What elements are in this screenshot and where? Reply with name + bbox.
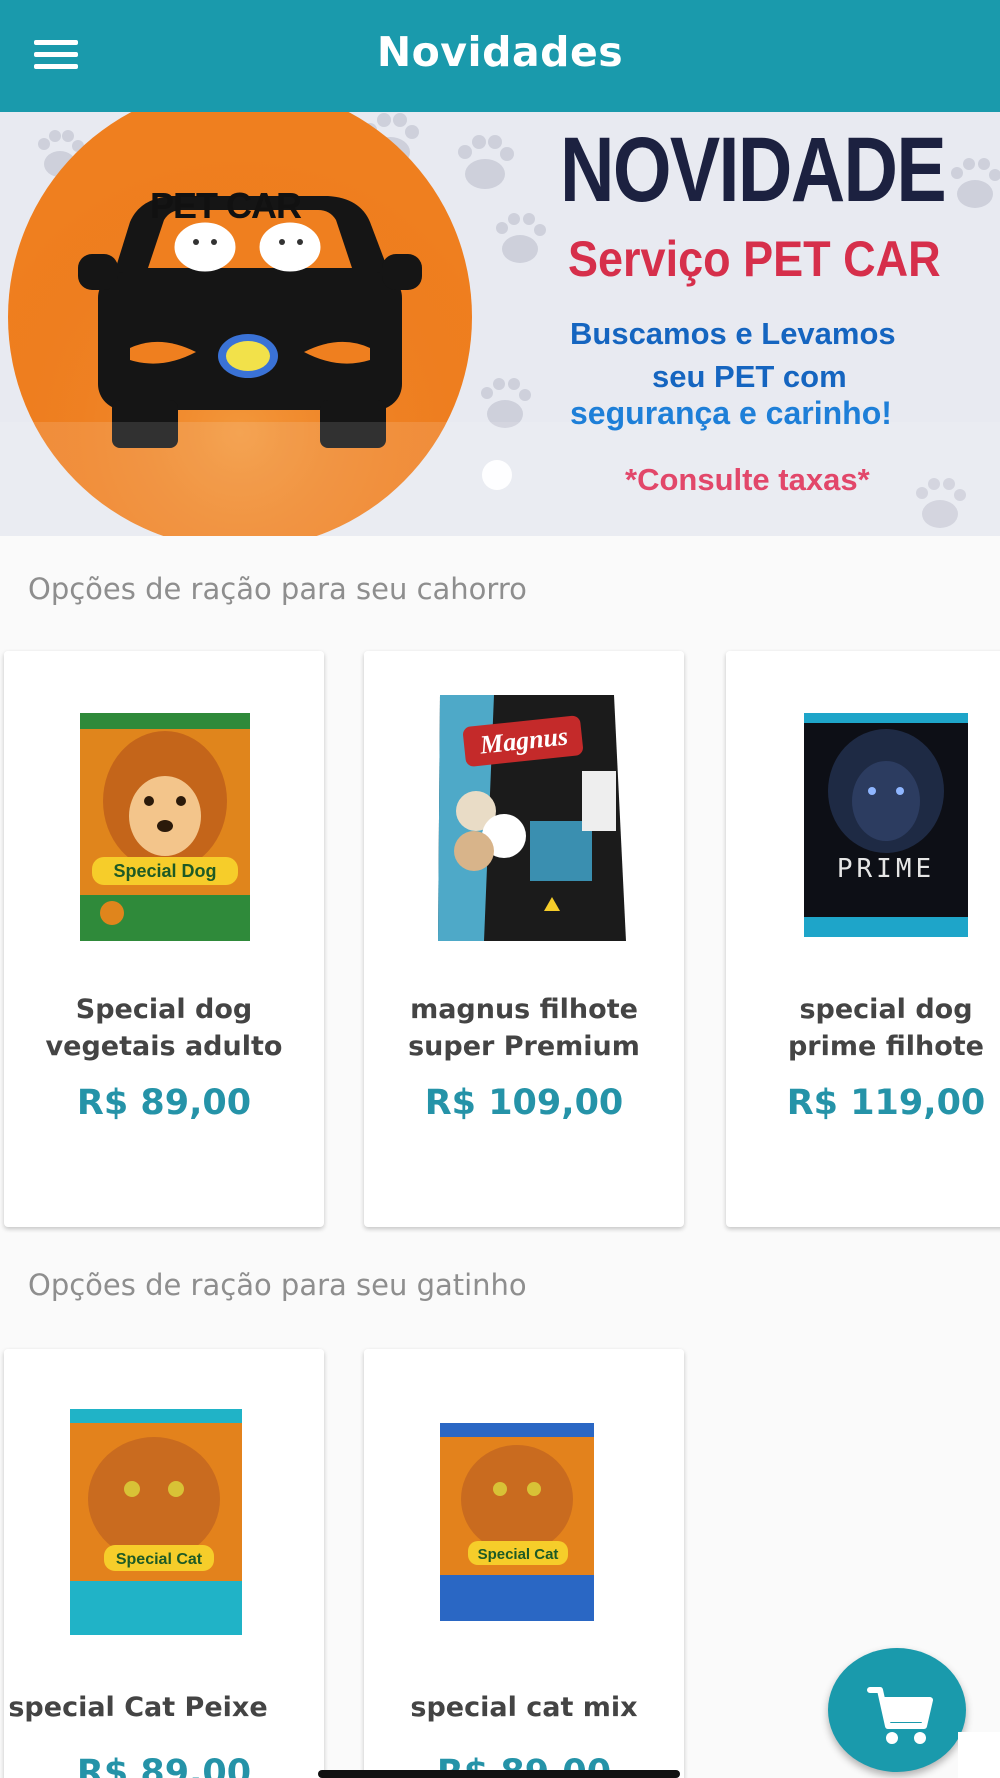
- cart-button[interactable]: [828, 1648, 966, 1772]
- svg-text:Special Dog: Special Dog: [113, 861, 216, 881]
- product-name: special cat mix: [410, 1692, 638, 1723]
- banner-title: NOVIDADE: [560, 119, 947, 221]
- special-dog-bag-image: Special Dog: [4, 651, 324, 941]
- banner-line-2: seu PET com: [652, 359, 847, 394]
- product-price: R$ 89,00: [76, 1753, 252, 1778]
- product-name: special Cat Peixe: [8, 1692, 268, 1723]
- shopping-cart-icon: [867, 1687, 933, 1744]
- banner-note: *Consulte taxas*: [625, 462, 870, 497]
- product-price: R$ 109,00: [424, 1083, 624, 1123]
- banner-subtitle: Serviço PET CAR: [568, 231, 941, 287]
- banner-line-1: Buscamos e Levamos: [570, 316, 896, 351]
- product-card-magnus[interactable]: Magnus magnus filhote super Premium R$ 1…: [364, 651, 684, 1227]
- product-card-special-cat-mix[interactable]: Special Cat special cat mix R$ 89,00: [364, 1349, 684, 1778]
- svg-text:Special Cat: Special Cat: [478, 1546, 559, 1563]
- screen-corner: [958, 1732, 1000, 1778]
- banner-line-3: segurança e carinho!: [570, 395, 892, 431]
- special-dog-prime-bag-image: PRIME: [726, 651, 1000, 941]
- section-title-cat: Opções de ração para seu gatinho: [28, 1268, 527, 1302]
- app-screen: Novidades PET CAR NOVIDADE Serviço PET C…: [0, 0, 1000, 1778]
- product-card-special-dog[interactable]: Special Dog Special dog vegetais adulto …: [4, 651, 324, 1227]
- page-title: Novidades: [376, 28, 624, 76]
- magnus-bag-image: Magnus: [364, 651, 684, 941]
- product-price: R$ 119,00: [786, 1083, 986, 1123]
- app-header: Novidades: [0, 0, 1000, 112]
- product-name: Special dog vegetais adulto: [45, 994, 283, 1062]
- product-name: magnus filhote super Premium: [408, 994, 640, 1062]
- special-cat-mix-bag-image: Special Cat: [364, 1349, 684, 1639]
- banner-brand: PET CAR: [150, 185, 302, 226]
- product-price: R$ 89,00: [76, 1083, 252, 1123]
- product-card-special-cat-peixe[interactable]: Special Cat special Cat Peixe R$ 89,00: [4, 1349, 324, 1778]
- home-indicator: [318, 1770, 680, 1778]
- product-card-special-dog-prime[interactable]: PRIME special dog prime filhote R$ 119,0…: [726, 651, 1000, 1227]
- special-cat-peixe-bag-image: Special Cat: [4, 1349, 324, 1639]
- section-title-dog: Opções de ração para seu cahorro: [28, 572, 527, 606]
- product-name: special dog prime filhote: [787, 994, 984, 1062]
- svg-text:PRIME: PRIME: [837, 854, 935, 884]
- promo-banner[interactable]: PET CAR NOVIDADE Serviço PET CAR Buscamo…: [0, 112, 1000, 536]
- svg-text:Special Cat: Special Cat: [116, 1551, 203, 1568]
- carousel-dot[interactable]: [482, 460, 512, 490]
